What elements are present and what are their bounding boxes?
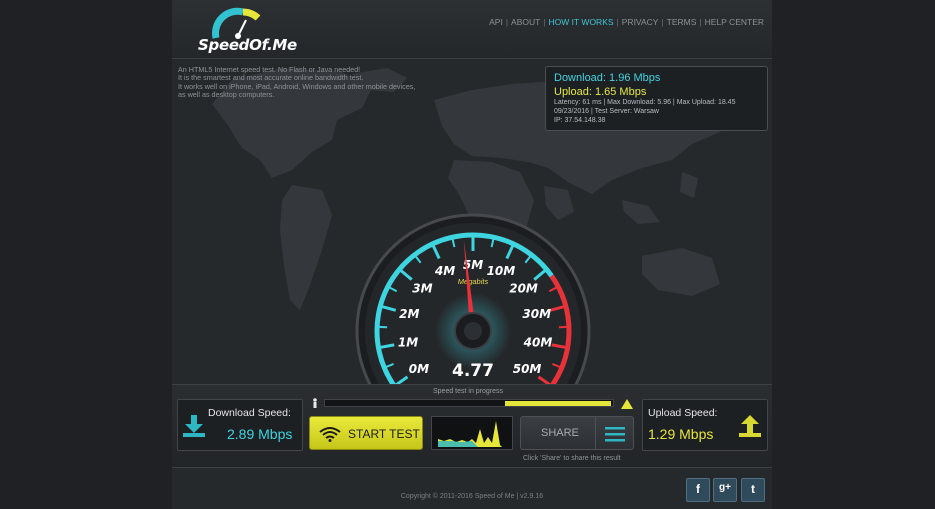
share-button[interactable]: SHARE: [520, 416, 634, 450]
gauge-unit: Megabits: [458, 277, 489, 286]
intro-line: as well as desktop computers.: [178, 89, 275, 99]
nav-privacy[interactable]: PRIVACY: [622, 17, 659, 27]
nav-about[interactable]: ABOUT: [511, 17, 540, 27]
footer-copyright: Copyright © 2011-2016 Speed of Me | v2.9…: [400, 493, 544, 500]
share-hint: Click 'Share' to share this result: [523, 455, 621, 462]
speed-graph: [431, 416, 513, 450]
download-label: Download Speed:: [208, 407, 291, 419]
gauge-label: 3M: [412, 282, 432, 296]
menu-icon[interactable]: [605, 426, 625, 442]
intro-text: An HTML5 Internet speed test. No Flash o…: [178, 65, 415, 99]
google-plus-icon: g+: [719, 482, 731, 493]
gauge-label: 2M: [399, 307, 419, 321]
gauge-label: 30M: [522, 307, 551, 321]
runner-icon: [313, 398, 317, 408]
upload-speed-box: Upload Speed: 1.29 Mbps: [642, 399, 768, 451]
control-panel: Speed test in progress Download Speed: 2…: [172, 384, 772, 468]
nav-how-it-works[interactable]: HOW IT WORKS: [549, 17, 614, 27]
gauge-label: 1M: [398, 335, 418, 349]
logo[interactable]: SpeedOf.Me: [198, 6, 308, 54]
gauge-label: 40M: [523, 335, 553, 349]
page-container: SpeedOf.Me API | ABOUT | HOW IT WORKS | PRIVAC…: [172, 0, 772, 509]
upload-label: Upload Speed:: [648, 407, 718, 419]
gauge-label: 10M: [487, 264, 516, 278]
result-stats: Latency: 61 ms | Max Download: 5.96 | Ma…: [554, 99, 736, 106]
wifi-icon: [319, 427, 341, 442]
result-ip: IP: 37.54.148.38: [554, 117, 606, 124]
top-nav: API | ABOUT | HOW IT WORKS | PRIVACY | TERMS | HEL…: [489, 17, 764, 27]
nav-terms[interactable]: TERMS: [667, 17, 697, 27]
nav-api[interactable]: API: [489, 17, 503, 27]
speed-gauge: 0M1M2M3M4M 5M 10M20M30M40M50M Megabits 4.7…: [355, 213, 591, 387]
result-download: Download: 1.96 Mbps: [554, 72, 661, 84]
upload-arrow-icon: [739, 415, 761, 437]
result-upload: Upload: 1.65 Mbps: [554, 86, 647, 98]
share-divider: [595, 417, 596, 449]
download-speed-box: Download Speed: 2.89 Mbps: [177, 399, 303, 451]
progress-fill: [505, 401, 611, 406]
download-value: 2.89 Mbps: [227, 426, 293, 442]
gauge-label: 50M: [513, 362, 542, 376]
progress-label: Speed test in progress: [433, 388, 504, 395]
gauge-value: 4.77: [452, 361, 494, 381]
warning-icon: [621, 399, 633, 409]
share-label: SHARE: [541, 427, 579, 439]
gauge-label: 0M: [409, 362, 429, 376]
progress-bar: [324, 399, 614, 407]
start-test-label: START TEST: [348, 427, 420, 441]
header: SpeedOf.Me API | ABOUT | HOW IT WORKS | PRIVAC…: [172, 0, 772, 59]
logo-text: SpeedOf.Me: [198, 36, 297, 54]
gauge-label: 20M: [509, 282, 538, 296]
gauge-label: 4M: [434, 264, 455, 278]
speed-graph-chart: [438, 421, 502, 447]
results-box: Download: 1.96 Mbps Upload: 1.65 Mbps La…: [545, 66, 768, 131]
nav-help-center[interactable]: HELP CENTER: [705, 17, 764, 27]
download-arrow-icon: [183, 415, 205, 437]
result-date-server: 09/23/2016 | Test Server: Warsaw: [554, 108, 659, 115]
upload-value: 1.29 Mbps: [648, 426, 714, 442]
start-test-button[interactable]: START TEST: [309, 416, 423, 450]
